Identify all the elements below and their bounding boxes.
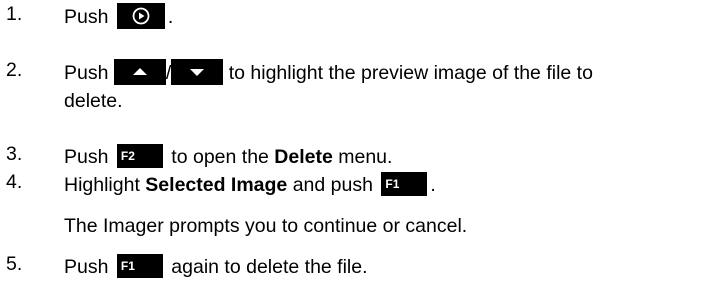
step-4-note: The Imager prompts you to continue or ca… — [64, 215, 468, 237]
step-number: 2. — [6, 59, 23, 81]
f2-key-icon: F2 — [116, 143, 163, 168]
up-arrow-icon — [113, 58, 166, 85]
step-number: 1. — [6, 3, 23, 25]
step-number: 4. — [6, 171, 23, 193]
f1-key-icon: F1 — [116, 253, 163, 278]
down-arrow-icon — [171, 58, 224, 85]
step-text: Push / to highlight the preview image of… — [64, 58, 593, 115]
play-circle-icon — [116, 2, 165, 29]
f1-key-icon: F1 — [381, 171, 428, 196]
step-text: Push . — [64, 2, 173, 31]
step-number: 5. — [6, 253, 23, 275]
step-number: 3. — [6, 143, 23, 165]
step-text: Push F2 to open the Delete menu. — [64, 143, 392, 171]
step-text: Push F1 again to delete the file. — [64, 253, 368, 281]
step-text: Highlight Selected Image and push F1. — [64, 171, 436, 199]
